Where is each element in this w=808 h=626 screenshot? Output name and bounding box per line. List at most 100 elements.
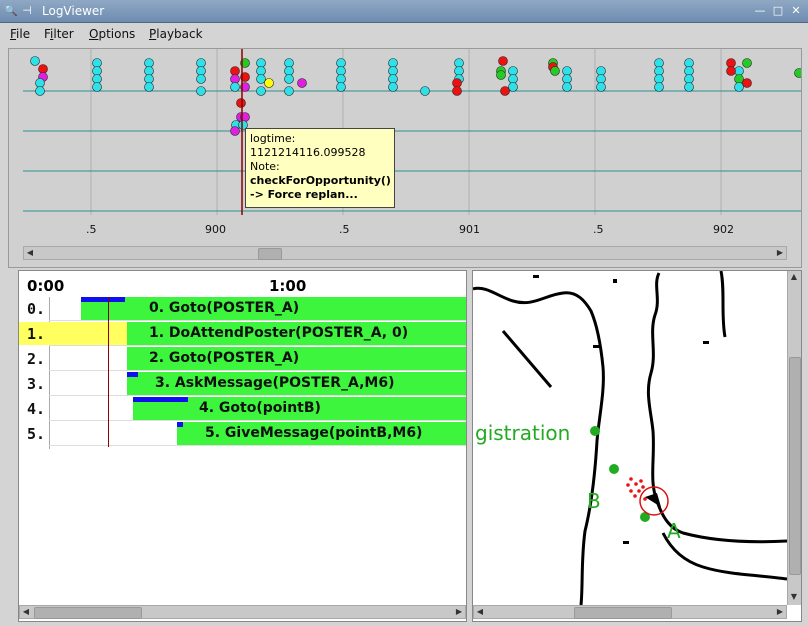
scroll-thumb[interactable] xyxy=(34,607,142,619)
task-row[interactable]: 5. 5. GiveMessage(pointB,M6) xyxy=(19,422,466,446)
event-dot xyxy=(92,74,102,84)
event-dot xyxy=(654,74,664,84)
minimize-icon[interactable]: — xyxy=(752,3,768,19)
scroll-thumb[interactable] xyxy=(574,607,672,619)
event-dot xyxy=(230,74,240,84)
task-row[interactable]: 3. 3. AskMessage(POSTER_A,M6) xyxy=(19,372,466,396)
event-dot xyxy=(734,66,744,76)
scroll-right-icon[interactable]: ▶ xyxy=(453,606,465,618)
event-dot xyxy=(684,58,694,68)
tooltip-note-label: Note: xyxy=(250,160,280,173)
event-dot xyxy=(388,66,398,76)
close-icon[interactable]: ✕ xyxy=(788,3,804,19)
task-number: 3. xyxy=(27,375,46,393)
event-dot xyxy=(256,66,266,76)
task-progress xyxy=(127,372,138,377)
event-dot xyxy=(196,66,206,76)
task-label: 3. AskMessage(POSTER_A,M6) xyxy=(155,375,395,391)
pin-icon[interactable]: ⊣ xyxy=(20,4,34,18)
event-dot xyxy=(284,86,294,96)
tick-label: .5 xyxy=(339,223,350,236)
scroll-thumb[interactable] xyxy=(258,248,282,260)
task-row[interactable]: 0. 0. Goto(POSTER_A) xyxy=(19,297,466,321)
event-dot xyxy=(684,74,694,84)
scroll-down-icon[interactable]: ▼ xyxy=(788,591,800,603)
menu-playback[interactable]: Playback xyxy=(149,27,203,41)
event-dot xyxy=(336,74,346,84)
event-dot xyxy=(742,78,752,88)
event-dot xyxy=(144,82,154,92)
scroll-left-icon[interactable]: ◀ xyxy=(24,247,36,259)
event-dot xyxy=(562,82,572,92)
event-dot xyxy=(654,66,664,76)
task-number: 0. xyxy=(27,300,46,318)
event-dot xyxy=(794,68,801,78)
event-dot xyxy=(230,66,240,76)
menu-filter[interactable]: Filter xyxy=(44,27,74,41)
tick-label: .5 xyxy=(593,223,604,236)
event-dot xyxy=(336,58,346,68)
map-label-a: A xyxy=(667,519,681,543)
event-dot xyxy=(236,98,246,108)
event-dot xyxy=(684,66,694,76)
scroll-left-icon[interactable]: ◀ xyxy=(20,606,32,618)
tooltip-logtime-value: 1121214116.099528 xyxy=(250,146,366,159)
title-bar: 🔍 ⊣ LogViewer — □ ✕ xyxy=(0,0,808,23)
event-dot xyxy=(508,66,518,76)
event-dot xyxy=(196,74,206,84)
event-dot xyxy=(230,82,240,92)
event-dot xyxy=(144,66,154,76)
tasks-scrollbar[interactable]: ◀ ▶ xyxy=(19,605,466,619)
event-dot xyxy=(742,58,752,68)
map-label-registration: gistration xyxy=(475,421,571,445)
task-progress xyxy=(177,422,183,427)
event-dot xyxy=(654,58,664,68)
window-title: LogViewer xyxy=(42,4,105,18)
event-dot xyxy=(508,82,518,92)
scroll-left-icon[interactable]: ◀ xyxy=(474,606,486,618)
event-dot xyxy=(654,82,664,92)
task-label: 4. Goto(pointB) xyxy=(199,400,321,416)
scroll-up-icon[interactable]: ▲ xyxy=(788,271,800,283)
scroll-right-icon[interactable]: ▶ xyxy=(774,606,786,618)
maximize-icon[interactable]: □ xyxy=(770,3,786,19)
task-label: 2. Goto(POSTER_A) xyxy=(149,350,300,366)
scroll-right-icon[interactable]: ▶ xyxy=(774,247,786,259)
task-progress xyxy=(81,297,125,302)
scroll-thumb[interactable] xyxy=(789,357,801,575)
menu-bar: File Filter Options Playback xyxy=(0,23,808,45)
event-dot xyxy=(452,78,462,88)
event-tooltip: logtime: 1121214116.099528 Note: checkFo… xyxy=(245,128,395,208)
event-dot xyxy=(388,74,398,84)
task-rows: 0. 0. Goto(POSTER_A) 1. 1. DoAttendPoste… xyxy=(19,297,466,457)
menu-options[interactable]: Options xyxy=(89,27,135,41)
menu-file[interactable]: File xyxy=(10,27,30,41)
tick-label: 902 xyxy=(713,223,734,236)
event-dot xyxy=(256,74,266,84)
map-horizontal-scrollbar[interactable]: ◀ ▶ xyxy=(473,605,787,619)
map-vertical-scrollbar[interactable]: ▲ ▼ xyxy=(787,271,801,605)
task-label: 1. DoAttendPoster(POSTER_A, 0) xyxy=(149,325,409,341)
task-number: 4. xyxy=(27,400,46,418)
search-icon[interactable]: 🔍 xyxy=(4,4,18,18)
tick-label: 900 xyxy=(205,223,226,236)
event-dot xyxy=(454,58,464,68)
task-number: 2. xyxy=(27,350,46,368)
event-dot xyxy=(388,82,398,92)
task-number: 5. xyxy=(27,425,46,443)
map-panel[interactable]: gistration B A ▲ ▼ ◀ ▶ xyxy=(472,270,802,622)
event-dot xyxy=(684,82,694,92)
event-dot xyxy=(256,58,266,68)
task-row[interactable]: 4. 4. Goto(pointB) xyxy=(19,397,466,421)
event-dot xyxy=(452,86,462,96)
event-dot xyxy=(596,66,606,76)
timeline-scrollbar[interactable]: ◀ ▶ xyxy=(23,246,787,260)
event-timeline[interactable] xyxy=(23,49,801,215)
event-dot xyxy=(196,86,206,96)
task-label: 5. GiveMessage(pointB,M6) xyxy=(205,425,423,441)
time-cursor xyxy=(108,297,109,447)
event-dot xyxy=(35,78,45,88)
task-row[interactable]: 1. 1. DoAttendPoster(POSTER_A, 0) xyxy=(19,322,466,346)
event-dot xyxy=(500,86,510,96)
task-row[interactable]: 2. 2. Goto(POSTER_A) xyxy=(19,347,466,371)
